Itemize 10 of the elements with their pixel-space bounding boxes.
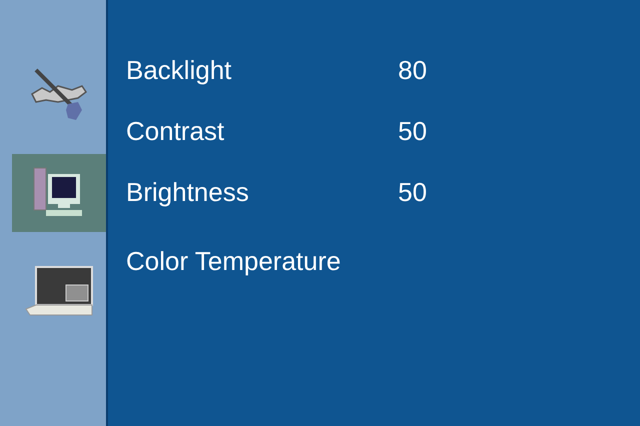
- setting-value: 50: [398, 116, 427, 147]
- setting-value: 80: [398, 55, 427, 86]
- laptop-icon: [24, 265, 94, 317]
- setting-value: 50: [398, 177, 427, 208]
- setting-label: Color Temperature: [126, 246, 342, 277]
- tools-icon: [28, 68, 90, 122]
- setting-label: Brightness: [126, 177, 250, 208]
- setting-label: Backlight: [126, 55, 232, 86]
- menu-tab[interactable]: [12, 154, 106, 232]
- setting-label: Contrast: [126, 116, 226, 147]
